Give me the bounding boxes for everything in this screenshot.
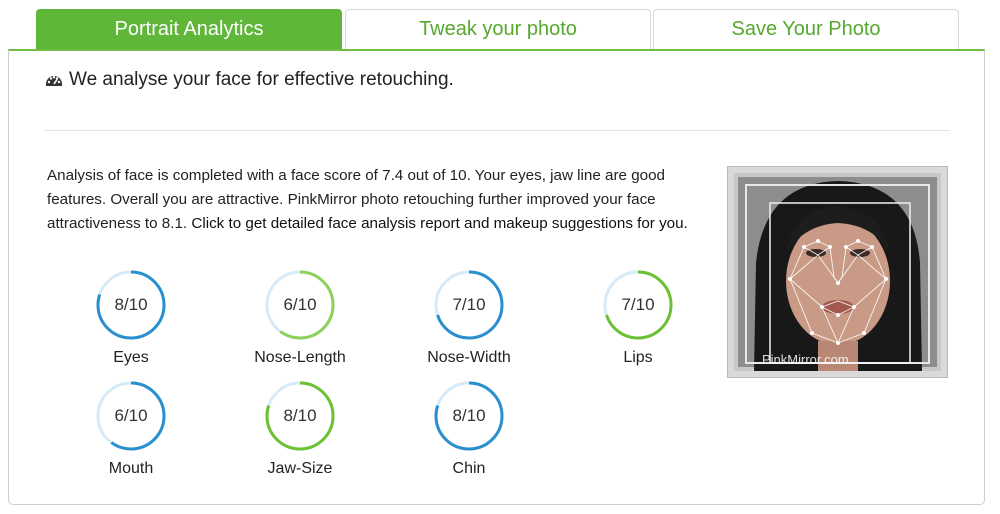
metric-label: Lips (623, 349, 653, 366)
photo-watermark: PinkMirror.com (762, 352, 849, 367)
score-ring: 7/10 (602, 269, 674, 341)
detailed-report-link[interactable]: Click to get detailed face analysis repo… (191, 215, 687, 232)
metric-lips: 7/10 Lips (568, 269, 708, 367)
metric-chin: 8/10 Chin (399, 380, 539, 478)
score-ring: 7/10 (433, 269, 505, 341)
score-value: 6/10 (283, 295, 317, 314)
score-value: 8/10 (114, 295, 148, 314)
score-ring: 8/10 (433, 380, 505, 452)
tab-bar: Portrait Analytics Tweak your photo Save… (36, 9, 959, 49)
score-ring: 6/10 (264, 269, 336, 341)
metric-label: Eyes (113, 349, 149, 366)
score-value: 8/10 (283, 406, 317, 425)
tab-save-your-photo[interactable]: Save Your Photo (653, 9, 959, 49)
score-value: 7/10 (621, 295, 655, 314)
heading-text: We analyse your face for effective retou… (69, 69, 454, 90)
metric-label: Nose-Width (427, 349, 511, 366)
metric-label: Chin (452, 460, 486, 477)
score-ring: 8/10 (264, 380, 336, 452)
metric-eyes: 8/10 Eyes (61, 269, 201, 367)
metric-nose-width: 7/10 Nose-Width (399, 269, 539, 367)
tab-tweak-your-photo[interactable]: Tweak your photo (345, 9, 651, 49)
analysis-paragraph: Analysis of face is completed with a fac… (47, 164, 727, 236)
score-value: 6/10 (114, 406, 148, 425)
metric-label: Mouth (108, 460, 154, 477)
metric-nose-length: 6/10 Nose-Length (230, 269, 370, 367)
metric-label: Jaw-Size (267, 460, 333, 477)
face-photo: PinkMirror.com (727, 166, 948, 378)
metric-mouth: 6/10 Mouth (61, 380, 201, 478)
score-ring: 6/10 (95, 380, 167, 452)
face-analysis-image (734, 173, 941, 371)
analytics-panel: We analyse your face for effective retou… (8, 49, 985, 505)
score-ring: 8/10 (95, 269, 167, 341)
metric-label: Nose-Length (254, 349, 346, 366)
divider (44, 130, 950, 131)
metric-jaw-size: 8/10 Jaw-Size (230, 380, 370, 478)
tab-portrait-analytics[interactable]: Portrait Analytics (36, 9, 342, 49)
score-value: 7/10 (452, 295, 486, 314)
panel-heading: We analyse your face for effective retou… (45, 69, 454, 91)
score-value: 8/10 (452, 406, 486, 425)
dashboard-icon (45, 71, 63, 89)
